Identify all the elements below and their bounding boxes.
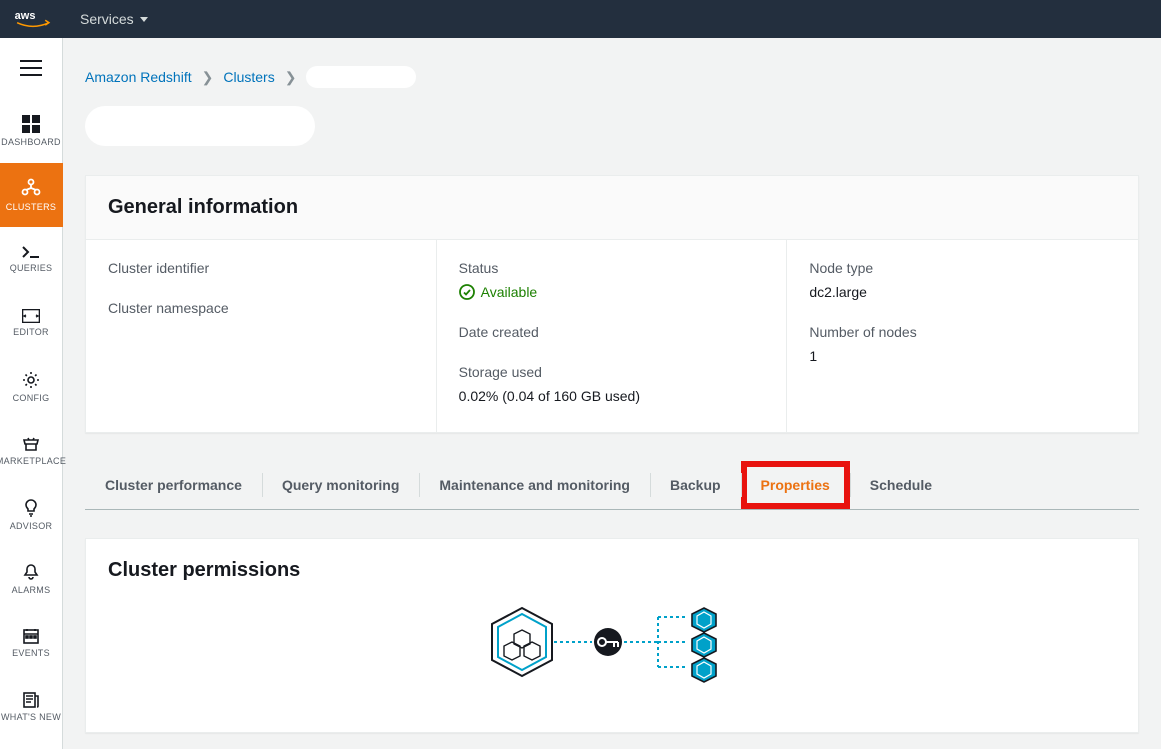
editor-icon <box>22 309 40 323</box>
top-header: aws Services <box>0 0 1161 38</box>
storage-used-label: Storage used <box>459 364 765 380</box>
aws-logo[interactable]: aws <box>14 8 52 30</box>
chevron-down-icon <box>140 17 148 22</box>
sidenav-item-editor[interactable]: EDITOR <box>0 291 63 355</box>
sidenav-item-whatsnew[interactable]: WHAT'S NEW <box>0 675 63 739</box>
marketplace-icon <box>22 436 40 452</box>
breadcrumb-parent[interactable]: Clusters <box>223 69 274 85</box>
chevron-right-icon: ❯ <box>202 69 214 86</box>
node-type-value: dc2.large <box>809 284 1116 300</box>
permissions-heading: Cluster permissions <box>86 539 1138 592</box>
news-icon <box>23 692 39 708</box>
main-content: Amazon Redshift ❯ Clusters ❯ General inf… <box>63 38 1161 749</box>
permissions-diagram <box>86 592 1138 702</box>
cluster-permissions-panel: Cluster permissions <box>85 538 1139 733</box>
breadcrumb-current-redacted <box>306 66 416 88</box>
sidenav-label: MARKETPLACE <box>0 456 66 466</box>
sidenav-label: CONFIG <box>13 393 50 403</box>
breadcrumb: Amazon Redshift ❯ Clusters ❯ <box>63 38 1161 88</box>
tab-schedule[interactable]: Schedule <box>850 461 952 509</box>
sidenav-item-config[interactable]: CONFIG <box>0 355 63 419</box>
check-circle-icon <box>459 284 475 300</box>
gear-icon <box>22 371 40 389</box>
sidenav-item-clusters[interactable]: CLUSTERS <box>0 163 63 227</box>
sidenav-item-marketplace[interactable]: MARKETPLACE <box>0 419 63 483</box>
tabs: Cluster performance Query monitoring Mai… <box>85 461 1139 510</box>
bell-icon <box>23 563 39 581</box>
node-type-label: Node type <box>809 260 1116 276</box>
chevron-right-icon: ❯ <box>285 69 297 86</box>
status-value: Available <box>459 284 765 300</box>
tab-maintenance-monitoring[interactable]: Maintenance and monitoring <box>419 461 650 509</box>
date-created-label: Date created <box>459 324 765 340</box>
clusters-icon <box>21 178 41 198</box>
tab-properties[interactable]: Properties <box>741 461 850 509</box>
general-col-2: Status Available Date created Storage us… <box>437 240 788 432</box>
tab-cluster-performance[interactable]: Cluster performance <box>85 461 262 509</box>
menu-toggle-icon[interactable] <box>20 60 42 81</box>
sidenav-item-events[interactable]: EVENTS <box>0 611 63 675</box>
storage-used-value: 0.02% (0.04 of 160 GB used) <box>459 388 765 404</box>
sidenav-label: DASHBOARD <box>1 137 61 147</box>
general-col-3: Node type dc2.large Number of nodes 1 <box>787 240 1138 432</box>
num-nodes-value: 1 <box>809 348 1116 364</box>
dashboard-icon <box>22 115 40 133</box>
sidenav-item-dashboard[interactable]: DASHBOARD <box>0 99 63 163</box>
queries-icon <box>22 245 40 259</box>
sidenav-label: CLUSTERS <box>6 202 56 212</box>
general-information-panel: General information Cluster identifier C… <box>85 175 1139 433</box>
advisor-icon <box>24 499 38 517</box>
page-title <box>63 88 1161 175</box>
sidenav-label: EVENTS <box>12 648 50 658</box>
sidenav-label: EDITOR <box>13 327 49 337</box>
panel-heading: General information <box>108 196 1116 219</box>
status-text: Available <box>481 284 538 300</box>
sidenav-item-alarms[interactable]: ALARMS <box>0 547 63 611</box>
calendar-icon <box>23 628 39 644</box>
sidenav-label: ADVISOR <box>10 521 53 531</box>
page-title-redacted <box>85 106 315 146</box>
side-nav: DASHBOARD CLUSTERS QUERIES EDITOR <box>0 38 63 749</box>
sidenav-label: ALARMS <box>12 585 51 595</box>
breadcrumb-root[interactable]: Amazon Redshift <box>85 69 192 85</box>
cluster-identifier-label: Cluster identifier <box>108 260 414 276</box>
services-menu[interactable]: Services <box>80 11 148 27</box>
sidenav-label: WHAT'S NEW <box>1 712 61 722</box>
cluster-namespace-label: Cluster namespace <box>108 300 414 316</box>
panel-header: General information <box>86 176 1138 240</box>
tab-query-monitoring[interactable]: Query monitoring <box>262 461 419 509</box>
sidenav-item-advisor[interactable]: ADVISOR <box>0 483 63 547</box>
num-nodes-label: Number of nodes <box>809 324 1116 340</box>
tab-backup[interactable]: Backup <box>650 461 741 509</box>
svg-text:aws: aws <box>15 10 36 22</box>
services-label: Services <box>80 11 134 27</box>
general-col-1: Cluster identifier Cluster namespace <box>86 240 437 432</box>
sidenav-item-queries[interactable]: QUERIES <box>0 227 63 291</box>
status-label: Status <box>459 260 765 276</box>
sidenav-label: QUERIES <box>10 263 53 273</box>
